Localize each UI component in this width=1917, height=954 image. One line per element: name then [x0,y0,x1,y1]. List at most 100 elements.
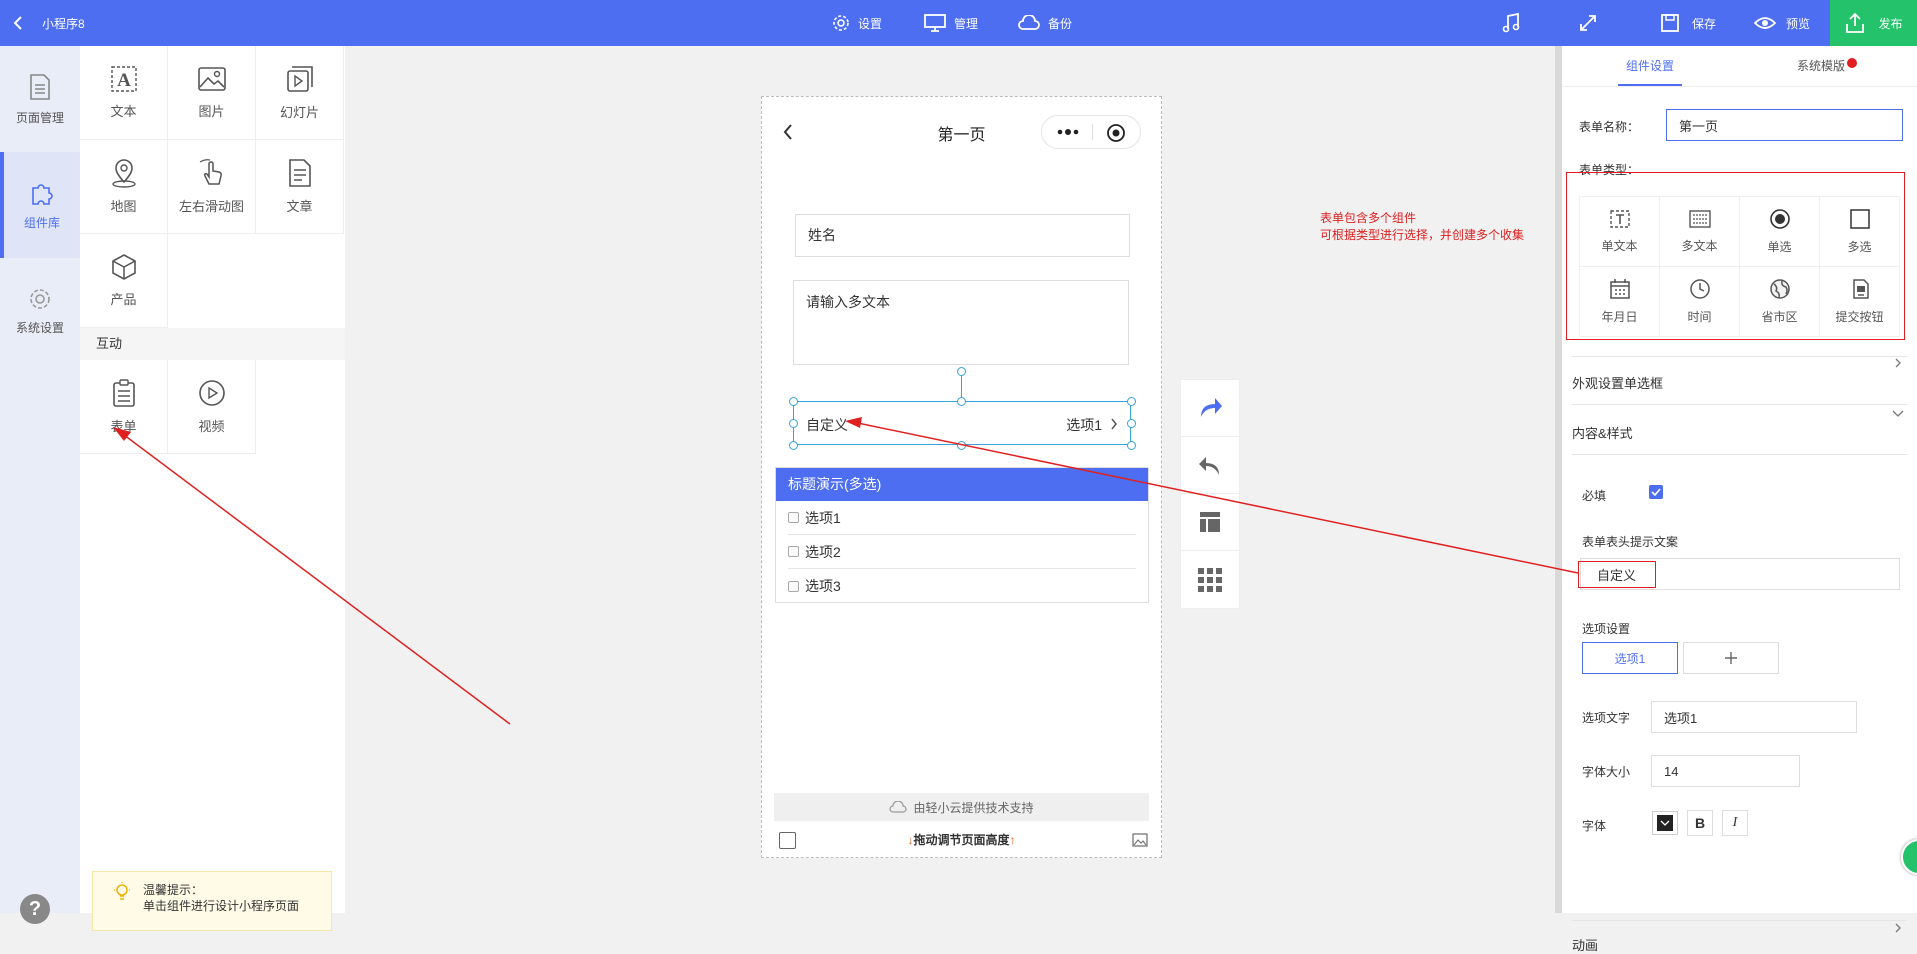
nav-system-settings[interactable]: 系统设置 [0,258,80,364]
checkbox[interactable] [788,546,799,557]
type-multi-text[interactable]: 多文本 [1660,197,1740,267]
component-image[interactable]: 图片 [168,46,256,140]
floating-badge[interactable] [1901,839,1917,875]
image-icon[interactable] [1132,833,1148,847]
option-tab[interactable]: 选项1 [1582,642,1678,674]
left-nav: 页面管理 组件库 系统设置 ? [0,46,80,924]
resize-handle[interactable] [957,397,966,406]
tab-label: 系统模版 [1797,59,1846,73]
backup-button[interactable]: 备份 [1018,0,1072,46]
chevron-right-icon[interactable] [1893,358,1903,368]
nav-label: 页面管理 [15,110,64,125]
component-label: 产品 [110,292,137,307]
redo-button[interactable] [1181,380,1239,437]
backup-label: 备份 [1048,16,1073,31]
expand-icon [1580,15,1596,31]
checkbox[interactable] [788,512,799,523]
manage-button[interactable]: 管理 [924,0,978,46]
rotate-handle[interactable] [957,367,966,376]
type-submit-button[interactable]: 提交按钮 [1820,267,1900,337]
checkbox[interactable] [788,580,799,592]
component-swipe-image[interactable]: 左右滑动图 [168,140,256,234]
font-color-picker[interactable] [1652,811,1678,835]
undo-icon [1199,457,1219,475]
help-icon[interactable]: ? [20,894,50,924]
annotation-line: 表单包含多个组件 [1320,211,1417,225]
tab-component-settings[interactable]: 组件设置 [1618,46,1683,86]
name-field[interactable]: 姓名 [795,214,1130,257]
preview-button[interactable]: 预览 [1754,0,1810,46]
resize-handle[interactable] [957,441,966,450]
required-checkbox[interactable] [1649,485,1663,499]
nav-page-manage[interactable]: 页面管理 [0,46,80,152]
lightbulb-icon [114,882,130,900]
component-slideshow[interactable]: 幻灯片 [256,46,344,140]
grid-button[interactable] [1181,551,1239,608]
resize-handle[interactable] [789,441,798,450]
save-icon [1661,14,1679,32]
content-style-section[interactable]: 内容&样式 [1562,423,1633,442]
selected-custom-row[interactable]: 自定义 选项1 [793,401,1131,445]
resize-handle[interactable] [789,419,798,428]
add-option-button[interactable] [1683,642,1779,674]
layout-button[interactable] [1181,494,1239,551]
save-button[interactable]: 保存 [1660,0,1716,46]
chevron-down-icon[interactable] [1892,408,1904,418]
font-size-input[interactable]: 14 [1651,755,1800,787]
component-product[interactable]: 产品 [80,234,168,328]
type-region[interactable]: 省市区 [1740,267,1820,337]
animation-section[interactable]: 动画 [1562,935,1598,954]
option-row[interactable]: 选项1 [788,501,1136,535]
fullscreen-button[interactable] [1578,0,1598,46]
option-row[interactable]: 选项3 [788,569,1136,603]
component-form[interactable]: 表单 [80,360,168,454]
target-icon[interactable] [1106,123,1126,143]
multi-select-card[interactable]: 标题演示(多选) 选项1 选项2 选项3 [775,467,1149,603]
custom-value: 选项1 [1066,417,1102,433]
music-button[interactable] [1500,0,1522,46]
resize-handle[interactable] [789,397,798,406]
type-single-text[interactable]: 单文本 [1580,197,1660,267]
clock-icon [1689,279,1710,299]
component-article[interactable]: 文章 [256,140,344,234]
type-radio[interactable]: 单选 [1740,197,1820,267]
swipe-hand-icon [199,159,222,185]
undo-button[interactable] [1181,437,1239,494]
resize-handle[interactable] [1127,419,1136,428]
map-pin-icon [111,159,136,188]
component-text[interactable]: A 文本 [80,46,168,140]
drag-height-hint[interactable]: ↓拖动调节页面高度↑ [762,831,1161,848]
chevron-down-icon [1660,820,1670,826]
multitext-field[interactable]: 请输入多文本 [793,280,1129,365]
nav-label: 组件库 [23,215,60,230]
form-name-input[interactable]: 第一页 [1666,109,1903,141]
chevron-right-icon[interactable] [1893,923,1903,933]
chevron-left-icon [13,16,22,30]
resize-handle[interactable] [1127,397,1136,406]
component-map[interactable]: 地图 [80,140,168,234]
type-time[interactable]: 时间 [1660,267,1740,337]
more-icon[interactable] [1056,126,1080,138]
type-checkbox[interactable]: 多选 [1820,197,1900,267]
type-label: 年月日 [1601,310,1638,324]
tab-system-template[interactable]: 系统模版 [1797,46,1858,86]
type-date[interactable]: 年月日 [1580,267,1660,337]
nav-component-library[interactable]: 组件库 [0,152,80,258]
publish-label: 发布 [1878,16,1903,31]
capsule-menu [1041,115,1141,149]
settings-button[interactable]: 设置 [832,0,882,46]
appearance-section[interactable]: 外观设置单选框 [1562,373,1663,392]
option-row[interactable]: 选项2 [788,535,1136,569]
back-button[interactable]: 小程序8 [12,0,85,46]
component-label: 表单 [110,419,137,434]
italic-button[interactable]: I [1722,810,1748,836]
component-label: 幻灯片 [279,105,319,120]
component-video[interactable]: 视频 [168,360,256,454]
text-icon: A [110,66,137,92]
option-text-input[interactable]: 选项1 [1651,701,1857,733]
panel-scrollbar[interactable] [1555,46,1562,913]
publish-button[interactable]: 发布 [1830,0,1917,46]
resize-handle[interactable] [1127,441,1136,450]
component-panel: A 文本 图片 幻灯片 地图 左右滑动图 文章 产品 互动 表单 视频 温馨提示… [80,46,345,931]
bold-button[interactable]: B [1687,810,1713,836]
